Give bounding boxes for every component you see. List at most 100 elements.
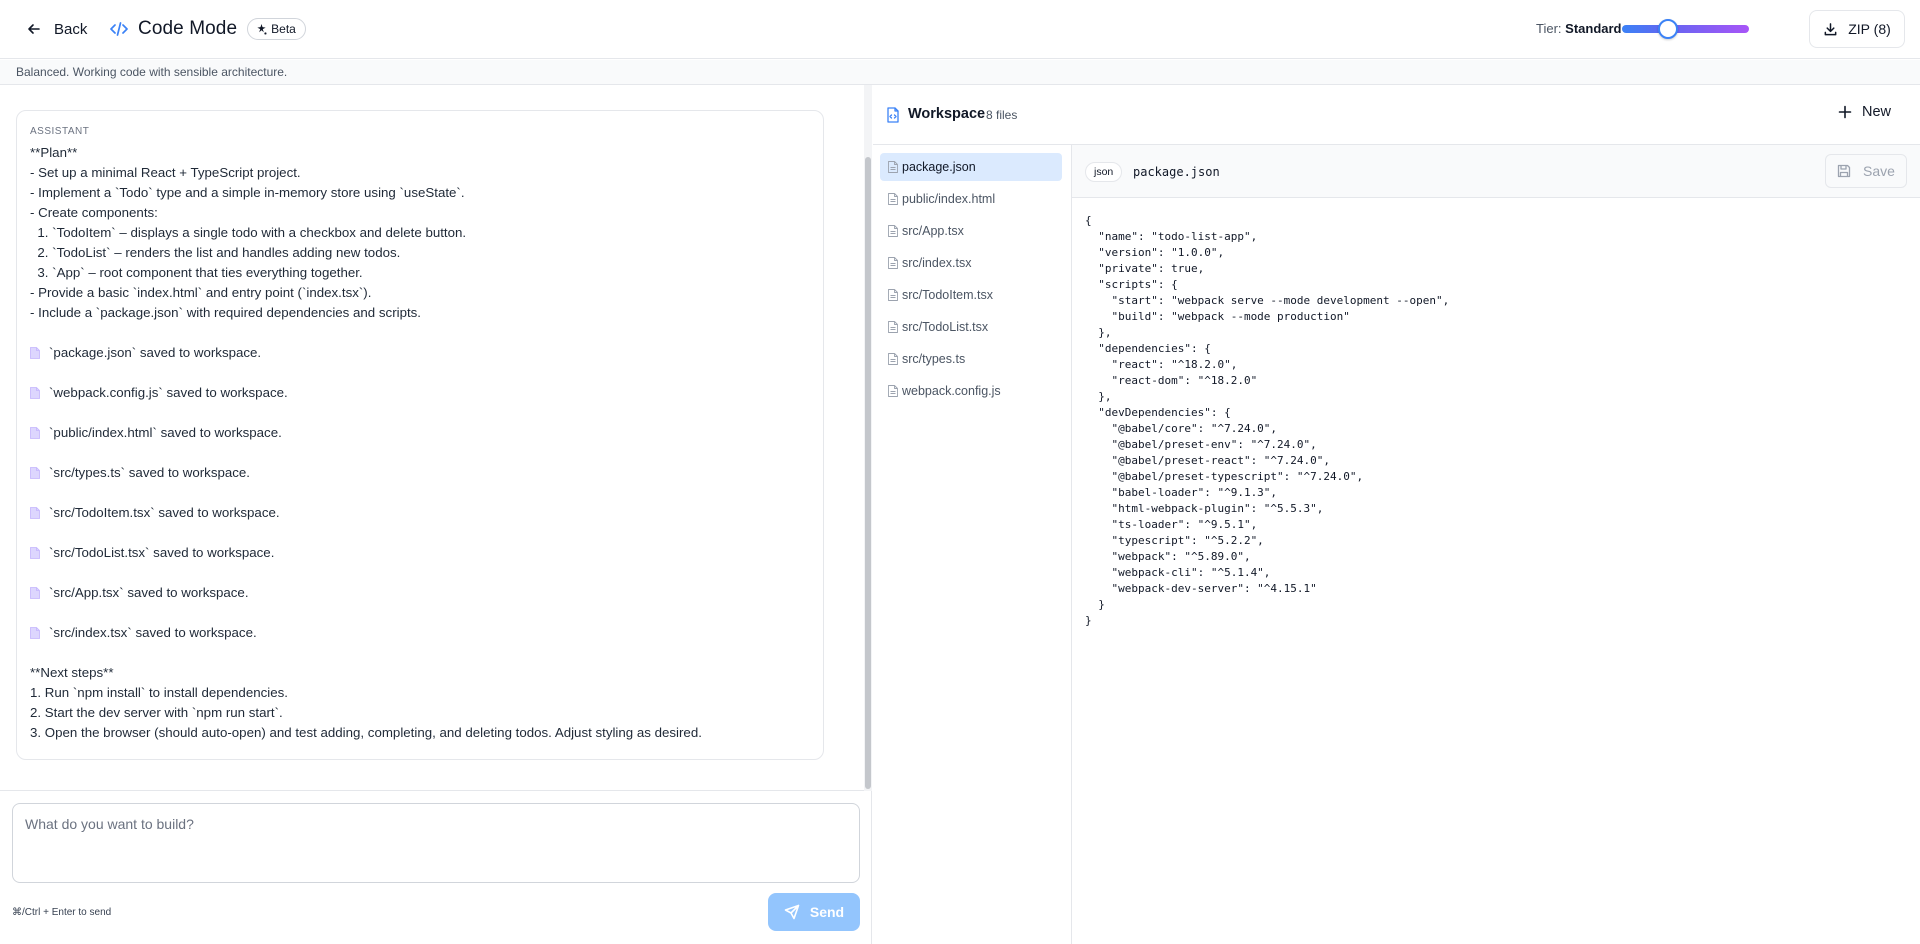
file-icon xyxy=(30,587,40,599)
file-icon xyxy=(30,347,40,359)
message-line: 1. Run `npm install` to install dependen… xyxy=(30,685,288,700)
saved-file-text: `public/index.html` saved to workspace. xyxy=(49,425,282,440)
saved-file-line: `public/index.html` saved to workspace. xyxy=(30,423,810,443)
file-name: src/App.tsx xyxy=(902,224,964,238)
file-name: package.json xyxy=(902,160,976,174)
message-line: - Implement a `Todo` type and a simple i… xyxy=(30,185,465,200)
chat-scroll-area[interactable]: ASSISTANT **Plan** - Set up a minimal Rea… xyxy=(0,85,872,791)
back-button[interactable]: Back xyxy=(26,17,87,41)
arrow-left-icon xyxy=(26,21,42,37)
file-list-item[interactable]: src/types.ts xyxy=(880,345,1062,373)
message-line: 1. `TodoItem` – displays a single todo w… xyxy=(30,225,467,240)
saved-file-line: `package.json` saved to workspace. xyxy=(30,343,810,363)
file-name: webpack.config.js xyxy=(902,384,1001,398)
file-name: src/TodoList.tsx xyxy=(902,320,989,334)
file-icon xyxy=(888,161,898,173)
message-line: **Plan** xyxy=(30,145,78,160)
file-icon xyxy=(888,193,898,205)
tier-slider[interactable] xyxy=(1622,19,1749,39)
slider-track[interactable] xyxy=(1622,25,1749,33)
send-icon xyxy=(784,904,800,920)
editor-filename: package.json xyxy=(1133,165,1220,179)
saved-file-text: `src/TodoList.tsx` saved to workspace. xyxy=(49,545,275,560)
role-label: ASSISTANT xyxy=(30,126,90,137)
back-label: Back xyxy=(54,20,88,38)
workspace-header: Workspace 8 files New xyxy=(873,85,1920,145)
slider-thumb[interactable] xyxy=(1658,19,1678,39)
file-list-item[interactable]: src/index.tsx xyxy=(880,249,1062,277)
saved-file-line: `src/types.ts` saved to workspace. xyxy=(30,463,810,483)
file-list-item[interactable]: src/TodoItem.tsx xyxy=(880,281,1062,309)
send-label: Send xyxy=(809,904,845,920)
code-editor[interactable]: { "name": "todo-list-app", "version": "1… xyxy=(1085,213,1905,629)
send-hint: ⌘/Ctrl + Enter to send xyxy=(12,907,112,918)
message-line: - Set up a minimal React + TypeScript pr… xyxy=(30,165,301,180)
save-button[interactable]: Save xyxy=(1825,154,1907,188)
saved-files-section: `package.json` saved to workspace. `webpa… xyxy=(30,343,810,663)
file-list-item[interactable]: package.json xyxy=(880,153,1062,181)
saved-file-text: `src/App.tsx` saved to workspace. xyxy=(49,585,249,600)
save-icon xyxy=(1837,164,1851,178)
saved-file-line: `src/App.tsx` saved to workspace. xyxy=(30,583,810,603)
workspace-file-count: 8 files xyxy=(986,108,1018,122)
send-button[interactable]: Send xyxy=(768,893,860,931)
message-line: - Include a `package.json` with required… xyxy=(30,305,422,320)
top-bar: Back Code Mode Beta Tier: Standard ZIP (… xyxy=(0,0,1920,59)
file-list-item[interactable]: src/App.tsx xyxy=(880,217,1062,245)
file-icon xyxy=(30,627,40,639)
file-icon xyxy=(888,225,898,237)
file-icon xyxy=(888,321,898,333)
saved-file-text: `src/TodoItem.tsx` saved to workspace. xyxy=(49,505,280,520)
beta-label: Beta xyxy=(271,22,296,36)
file-icon xyxy=(30,507,40,519)
file-icon xyxy=(888,353,898,365)
message-line: **Next steps** xyxy=(30,665,114,680)
save-label: Save xyxy=(1863,163,1895,179)
file-list-item[interactable]: webpack.config.js xyxy=(880,377,1062,405)
saved-file-line: `src/TodoList.tsx` saved to workspace. xyxy=(30,543,810,563)
saved-file-line: `src/TodoItem.tsx` saved to workspace. xyxy=(30,503,810,523)
sparkle-icon xyxy=(256,23,267,35)
page-title-group: Code Mode Beta xyxy=(109,16,306,42)
file-name: public/index.html xyxy=(902,192,996,206)
message-line: - Provide a basic `index.html` and entry… xyxy=(30,285,372,300)
zip-label: ZIP (8) xyxy=(1848,21,1891,37)
saved-file-text: `webpack.config.js` saved to workspace. xyxy=(49,385,288,400)
file-icon xyxy=(30,467,40,479)
editor-toolbar: json package.json Save xyxy=(1072,145,1920,198)
file-icon xyxy=(30,387,40,399)
file-icon xyxy=(888,257,898,269)
file-list-item[interactable]: src/TodoList.tsx xyxy=(880,313,1062,341)
file-icon xyxy=(30,427,40,439)
file-list-item[interactable]: public/index.html xyxy=(880,185,1062,213)
message-line: 2. `TodoList` – renders the list and han… xyxy=(30,245,401,260)
tier-display: Tier: Standard xyxy=(1536,21,1622,36)
tier-value: Standard xyxy=(1565,21,1622,36)
file-name: src/TodoItem.tsx xyxy=(902,288,993,302)
zip-download-button[interactable]: ZIP (8) xyxy=(1809,10,1905,48)
next-steps-section: **Next steps** 1. Run `npm install` to in… xyxy=(30,663,810,743)
tier-description: Balanced. Working code with sensible arc… xyxy=(16,65,288,79)
assistant-message: ASSISTANT **Plan** - Set up a minimal Rea… xyxy=(16,110,824,760)
chat-pane: ASSISTANT **Plan** - Set up a minimal Rea… xyxy=(0,85,872,944)
file-name: src/types.ts xyxy=(902,352,966,366)
language-badge: json xyxy=(1085,162,1123,182)
saved-file-line: `webpack.config.js` saved to workspace. xyxy=(30,383,810,403)
message-line: 3. `App` – root component that ties ever… xyxy=(30,265,363,280)
beta-badge: Beta xyxy=(247,18,306,40)
saved-file-line: `src/index.tsx` saved to workspace. xyxy=(30,623,810,643)
message-line: 3. Open the browser (should auto-open) a… xyxy=(30,725,702,740)
page-title: Code Mode xyxy=(138,18,238,39)
tier-description-bar: Balanced. Working code with sensible arc… xyxy=(0,60,1920,85)
message-line: 2. Start the dev server with `npm run st… xyxy=(30,705,283,720)
new-file-button[interactable]: New xyxy=(1838,104,1891,120)
prompt-input[interactable]: What do you want to build? xyxy=(12,803,860,883)
new-label: New xyxy=(1862,104,1892,120)
saved-file-text: `src/index.tsx` saved to workspace. xyxy=(49,625,257,640)
code-icon xyxy=(109,19,129,39)
plus-icon xyxy=(1838,105,1852,119)
saved-file-text: `src/types.ts` saved to workspace. xyxy=(49,465,250,480)
file-code-icon xyxy=(886,107,900,123)
chat-scrollbar-thumb[interactable] xyxy=(865,157,871,789)
download-icon xyxy=(1823,22,1838,37)
